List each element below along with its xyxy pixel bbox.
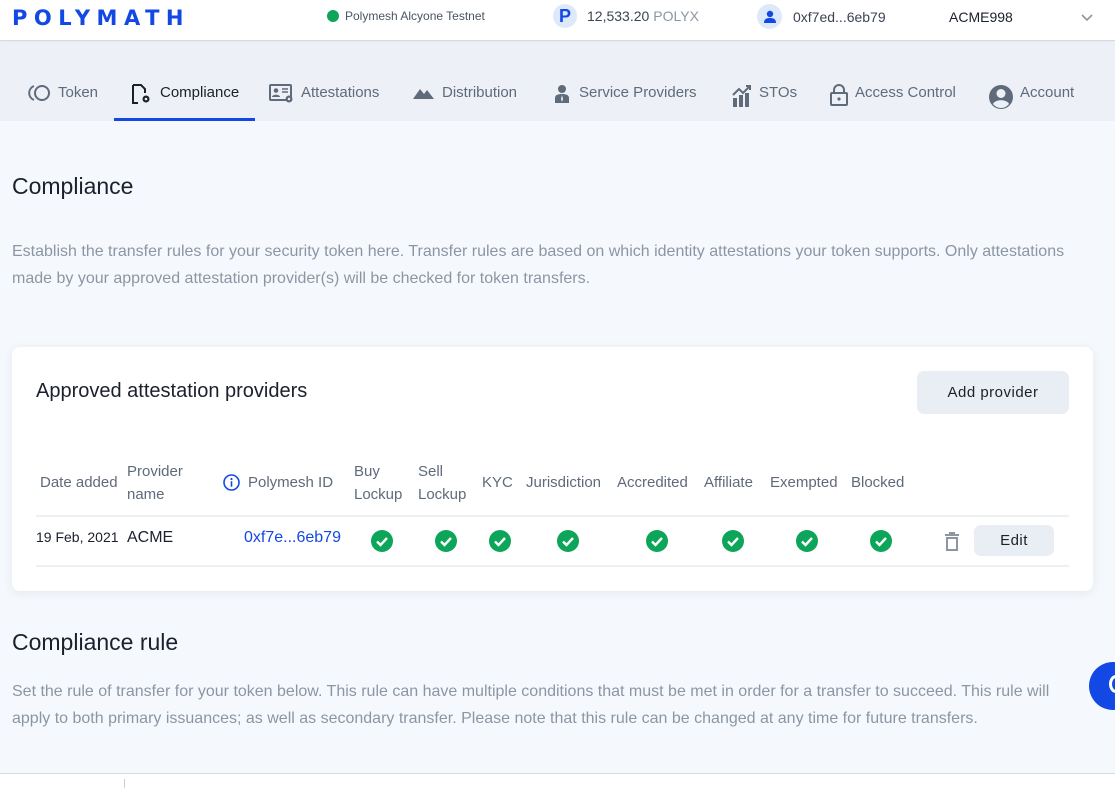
chevron-down-icon[interactable] [1080,10,1094,24]
check-icon-blocked [870,530,892,552]
tab-label: Distribution [442,84,518,101]
help-chat-button[interactable] [1089,662,1115,710]
tab-token[interactable]: Token [28,78,98,121]
table-divider [36,565,1069,567]
network-status-dot [327,10,339,22]
compliance-rule-description: Set the rule of transfer for your token … [12,683,1050,727]
header-line: Buy [354,463,380,480]
polyx-balance: P 12,533.20 POLYX [553,4,699,28]
token-selector[interactable]: ACME998 [949,9,1013,25]
check-icon-accredited [646,530,668,552]
page-description: Establish the transfer rules for your se… [12,243,1065,287]
cell-polymesh-id-link[interactable]: 0xf7e...6eb79 [244,529,341,547]
column-header-date-added: Date added [40,474,118,491]
tab-label: Access Control [855,84,956,101]
edit-provider-button[interactable]: Edit [974,525,1054,556]
check-icon-buy-lockup [371,530,393,552]
check-icon-kyc [489,530,511,552]
tab-service-providers[interactable]: Service Providers [553,78,697,121]
check-icon-affiliate [722,530,744,552]
tab-stos[interactable]: STOs [731,78,797,121]
check-icon-exempted [796,530,818,552]
tab-compliance[interactable]: Compliance [113,78,256,121]
tab-label: Attestations [301,84,380,101]
info-icon[interactable] [223,474,240,491]
column-header-accredited: Accredited [617,474,688,491]
column-header-affiliate: Affiliate [704,474,753,491]
header-line: name [127,486,165,503]
footer-bar [0,773,1115,788]
chat-icon [1109,675,1115,693]
polyx-icon: P [553,4,577,28]
compliance-icon [132,84,150,104]
attestations-icon [269,84,293,103]
check-icon-jurisdiction [557,530,579,552]
column-header-exempted: Exempted [770,474,838,491]
user-icon [757,4,782,29]
header-line: Lockup [354,486,403,503]
header-line: Sell [418,463,444,480]
balance-value: 12,533.20 [587,8,650,24]
column-header-polymesh-id: Polymesh ID [223,471,333,494]
tab-bar: Token Compliance Attestations Distributi… [0,42,1115,121]
service-providers-icon [555,85,569,103]
column-header-blocked: Blocked [851,474,905,491]
tab-label: Account [1020,84,1075,101]
column-header-sell-lockup: Sell Lockup [418,460,466,506]
lock-icon [830,84,848,106]
approved-providers-card: Approved attestation providers Add provi… [12,347,1093,591]
main-content: Compliance Establish the transfer rules … [0,121,1115,773]
tab-account[interactable]: Account [988,78,1074,121]
token-icon [28,85,50,101]
header-text: Polymesh ID [248,474,334,491]
add-provider-button[interactable]: Add provider [917,371,1069,414]
footer-divider [124,779,125,788]
tab-label: Service Providers [579,84,697,101]
tab-distribution[interactable]: Distribution [412,78,517,121]
tab-label: Token [58,84,99,101]
network-indicator: Polymesh Alcyone Testnet [327,9,485,23]
cell-date-added: 19 Feb, 2021 [36,529,119,545]
tab-label: Compliance [160,84,240,101]
column-header-jurisdiction: Jurisdiction [526,474,602,491]
account-address[interactable]: 0xf7ed...6eb79 [757,4,886,29]
column-header-kyc: KYC [482,474,513,491]
header-line: Provider [127,463,183,480]
compliance-rule-title: Compliance rule [12,629,179,655]
check-icon-sell-lockup [435,530,457,552]
account-icon [989,85,1013,109]
page-title: Compliance [12,173,134,199]
column-header-buy-lockup: Buy Lockup [354,460,402,506]
tab-access-control[interactable]: Access Control [829,78,956,121]
balance-unit: POLYX [653,8,699,24]
card-title: Approved attestation providers [36,380,308,402]
account-address-text: 0xf7ed...6eb79 [793,8,886,25]
table-divider [36,515,1069,517]
tab-label: STOs [759,84,798,101]
tab-attestations[interactable]: Attestations [269,78,379,121]
top-header: POLYMATH Polymesh Alcyone Testnet P 12,5… [0,0,1115,41]
network-name: Polymesh Alcyone Testnet [345,9,485,23]
column-header-provider-name: Provider name [127,460,183,506]
distribution-icon [413,89,434,99]
delete-icon[interactable] [944,532,960,551]
stos-icon [732,85,751,107]
polymath-logo[interactable]: POLYMATH [12,6,190,30]
header-line: Lockup [418,486,467,503]
cell-provider-name: ACME [127,529,174,546]
